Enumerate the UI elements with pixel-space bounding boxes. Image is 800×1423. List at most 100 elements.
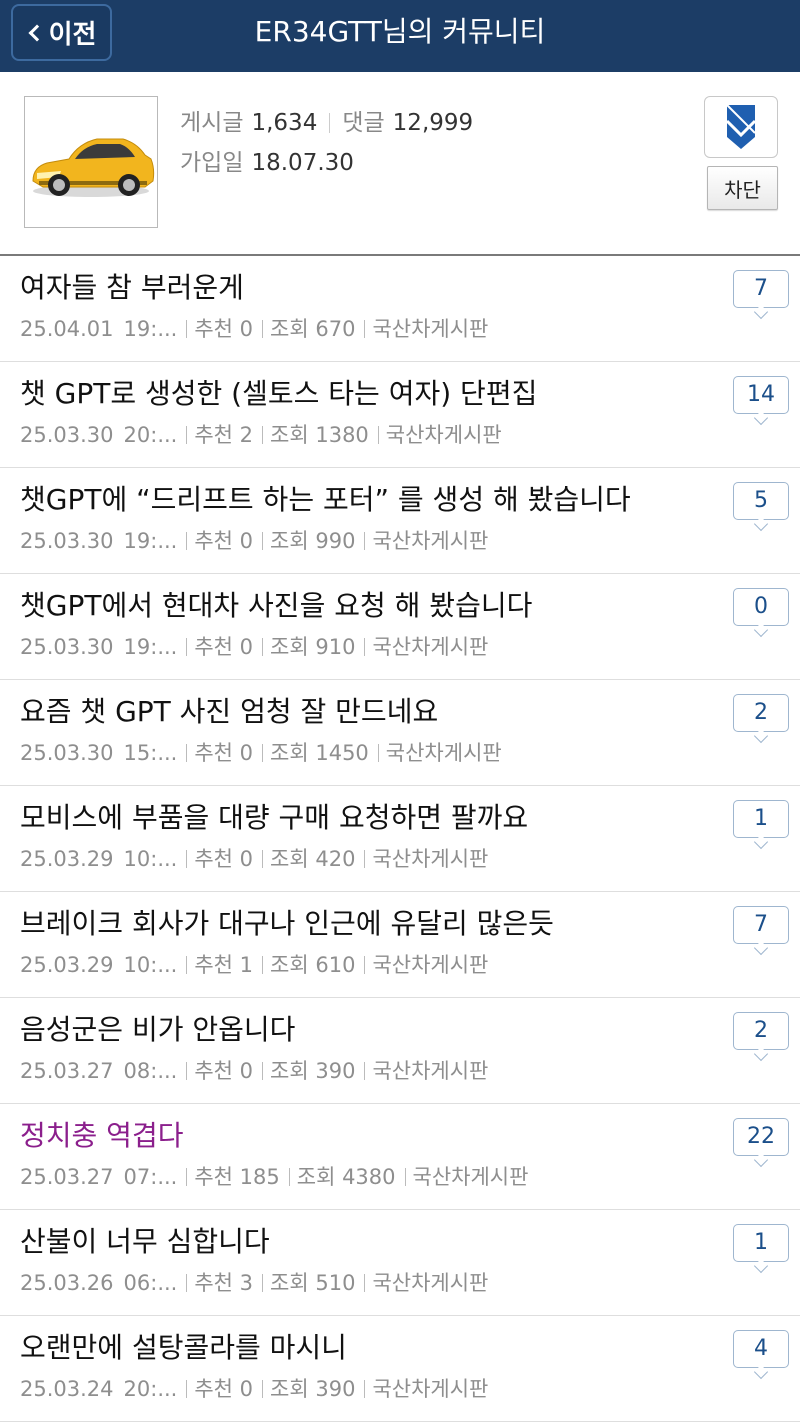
- post-board: 국산차게시판: [385, 423, 502, 447]
- comment-count-badge[interactable]: 22: [733, 1118, 789, 1156]
- list-item[interactable]: 음성군은 비가 안옵니다 25.03.27 08:... 추천 0 조회 390 국산차게…: [0, 998, 800, 1104]
- list-item[interactable]: 모비스에 부품을 대량 구매 요청하면 팔까요 25.03.29 10:... 추천 …: [0, 786, 800, 892]
- post-title[interactable]: 음성군은 비가 안옵니다: [20, 1012, 295, 1048]
- comment-count-badge[interactable]: 7: [733, 270, 789, 308]
- comment-count-badge[interactable]: 2: [733, 694, 789, 732]
- post-board: 국산차게시판: [372, 317, 489, 341]
- divider: [364, 532, 366, 550]
- post-recommend: 추천 2: [194, 423, 254, 447]
- post-time: 08:...: [123, 1059, 178, 1083]
- post-meta: 25.03.30 19:... 추천 0 조회 990 국산차게시판: [20, 526, 488, 556]
- post-title[interactable]: 여자들 참 부러운게: [20, 270, 244, 306]
- post-meta: 25.03.27 08:... 추천 0 조회 390 국산차게시판: [20, 1056, 488, 1086]
- post-title[interactable]: 챗GPT에서 현대차 사진을 요청 해 봤습니다: [20, 588, 532, 624]
- divider: [364, 320, 366, 338]
- post-recommend: 추천 3: [194, 1271, 254, 1295]
- post-meta: 25.04.01 19:... 추천 0 조회 670 국산차게시판: [20, 314, 488, 344]
- divider: [186, 956, 188, 974]
- divider: [364, 1274, 366, 1292]
- bookmark-button[interactable]: [704, 96, 778, 158]
- post-views: 조회 990: [270, 529, 356, 553]
- post-views: 조회 420: [270, 847, 356, 871]
- list-item[interactable]: 챗GPT에 “드리프트 하는 포터” 를 생성 해 봤습니다 25.03.30 19…: [0, 468, 800, 574]
- post-meta: 25.03.26 06:... 추천 3 조회 510 국산차게시판: [20, 1268, 488, 1298]
- joined-date: 18.07.30: [251, 150, 354, 176]
- list-item[interactable]: 요즘 챗 GPT 사진 엄청 잘 만드네요 25.03.30 15:... 추천 0 조…: [0, 680, 800, 786]
- divider: [186, 320, 188, 338]
- post-recommend: 추천 185: [194, 1165, 280, 1189]
- comment-count-badge[interactable]: 2: [733, 1012, 789, 1050]
- divider: [364, 1062, 366, 1080]
- divider: [288, 1168, 290, 1186]
- list-item[interactable]: 오랜만에 설탕콜라를 마시니 25.03.24 20:... 추천 0 조회 390 국산…: [0, 1316, 800, 1422]
- post-recommend: 추천 0: [194, 317, 254, 341]
- posts-label: 게시글: [180, 110, 244, 136]
- post-time: 19:...: [123, 317, 178, 341]
- divider: [262, 744, 264, 762]
- post-title[interactable]: 브레이크 회사가 대구나 인근에 유달리 많은듯: [20, 906, 554, 942]
- comments-count: 12,999: [392, 110, 474, 136]
- divider: [186, 532, 188, 550]
- post-date: 25.03.26: [20, 1271, 114, 1295]
- post-meta: 25.03.29 10:... 추천 1 조회 610 국산차게시판: [20, 950, 488, 980]
- divider: [186, 1168, 188, 1186]
- post-meta: 25.03.30 15:... 추천 0 조회 1450 국산차게시판: [20, 738, 502, 768]
- post-board: 국산차게시판: [372, 1059, 489, 1083]
- post-list: 여자들 참 부러운게 25.04.01 19:... 추천 0 조회 670 국산차게시판…: [0, 256, 800, 1422]
- post-title[interactable]: 요즘 챗 GPT 사진 엄청 잘 만드네요: [20, 694, 438, 730]
- post-date: 25.03.27: [20, 1165, 114, 1189]
- post-board: 국산차게시판: [372, 953, 489, 977]
- comment-count-badge[interactable]: 1: [733, 800, 789, 838]
- post-board: 국산차게시판: [372, 847, 489, 871]
- comment-count-badge[interactable]: 5: [733, 482, 789, 520]
- post-views: 조회 1380: [270, 423, 369, 447]
- posts-count: 1,634: [251, 110, 318, 136]
- divider: [186, 1274, 188, 1292]
- post-time: 20:...: [123, 1377, 178, 1401]
- divider: [262, 956, 264, 974]
- post-views: 조회 390: [270, 1059, 356, 1083]
- post-title[interactable]: 챗 GPT로 생성한 (셀토스 타는 여자) 단편집: [20, 376, 537, 412]
- list-item[interactable]: 브레이크 회사가 대구나 인근에 유달리 많은듯 25.03.29 10:... 추천…: [0, 892, 800, 998]
- list-item[interactable]: 정치충 역겹다 25.03.27 07:... 추천 185 조회 4380 국산차게시판…: [0, 1104, 800, 1210]
- post-title[interactable]: 모비스에 부품을 대량 구매 요청하면 팔까요: [20, 800, 528, 836]
- post-meta: 25.03.30 20:... 추천 2 조회 1380 국산차게시판: [20, 420, 502, 450]
- post-title[interactable]: 챗GPT에 “드리프트 하는 포터” 를 생성 해 봤습니다: [20, 482, 631, 518]
- divider: [377, 426, 379, 444]
- list-item[interactable]: 챗GPT에서 현대차 사진을 요청 해 봤습니다 25.03.30 19:... 추천…: [0, 574, 800, 680]
- block-button[interactable]: 차단: [707, 166, 778, 210]
- post-views: 조회 1450: [270, 741, 369, 765]
- comment-count-badge[interactable]: 14: [733, 376, 789, 414]
- post-title[interactable]: 산불이 너무 심합니다: [20, 1224, 270, 1260]
- post-time: 07:...: [123, 1165, 178, 1189]
- comment-count-badge[interactable]: 7: [733, 906, 789, 944]
- post-meta: 25.03.24 20:... 추천 0 조회 390 국산차게시판: [20, 1374, 488, 1404]
- list-item[interactable]: 여자들 참 부러운게 25.04.01 19:... 추천 0 조회 670 국산차게시판…: [0, 256, 800, 362]
- post-date: 25.03.24: [20, 1377, 114, 1401]
- comment-count-badge[interactable]: 1: [733, 1224, 789, 1262]
- post-time: 19:...: [123, 635, 178, 659]
- post-date: 25.03.30: [20, 741, 114, 765]
- comment-count-badge[interactable]: 0: [733, 588, 789, 626]
- list-item[interactable]: 산불이 너무 심합니다 25.03.26 06:... 추천 3 조회 510 국산차게시…: [0, 1210, 800, 1316]
- divider: [262, 850, 264, 868]
- post-date: 25.03.29: [20, 847, 114, 871]
- divider: [364, 956, 366, 974]
- divider: [364, 638, 366, 656]
- post-board: 국산차게시판: [385, 741, 502, 765]
- divider: [186, 850, 188, 868]
- post-recommend: 추천 0: [194, 635, 254, 659]
- divider: [364, 850, 366, 868]
- post-recommend: 추천 0: [194, 529, 254, 553]
- post-views: 조회 510: [270, 1271, 356, 1295]
- comment-count-badge[interactable]: 4: [733, 1330, 789, 1368]
- divider: [262, 532, 264, 550]
- joined-label: 가입일: [180, 150, 244, 176]
- post-title[interactable]: 정치충 역겹다: [20, 1118, 183, 1154]
- post-board: 국산차게시판: [372, 1271, 489, 1295]
- list-item[interactable]: 챗 GPT로 생성한 (셀토스 타는 여자) 단편집 25.03.30 20:...…: [0, 362, 800, 468]
- avatar: [24, 96, 158, 228]
- post-title[interactable]: 오랜만에 설탕콜라를 마시니: [20, 1330, 347, 1366]
- divider: [186, 426, 188, 444]
- post-meta: 25.03.27 07:... 추천 185 조회 4380 국산차게시판: [20, 1162, 528, 1192]
